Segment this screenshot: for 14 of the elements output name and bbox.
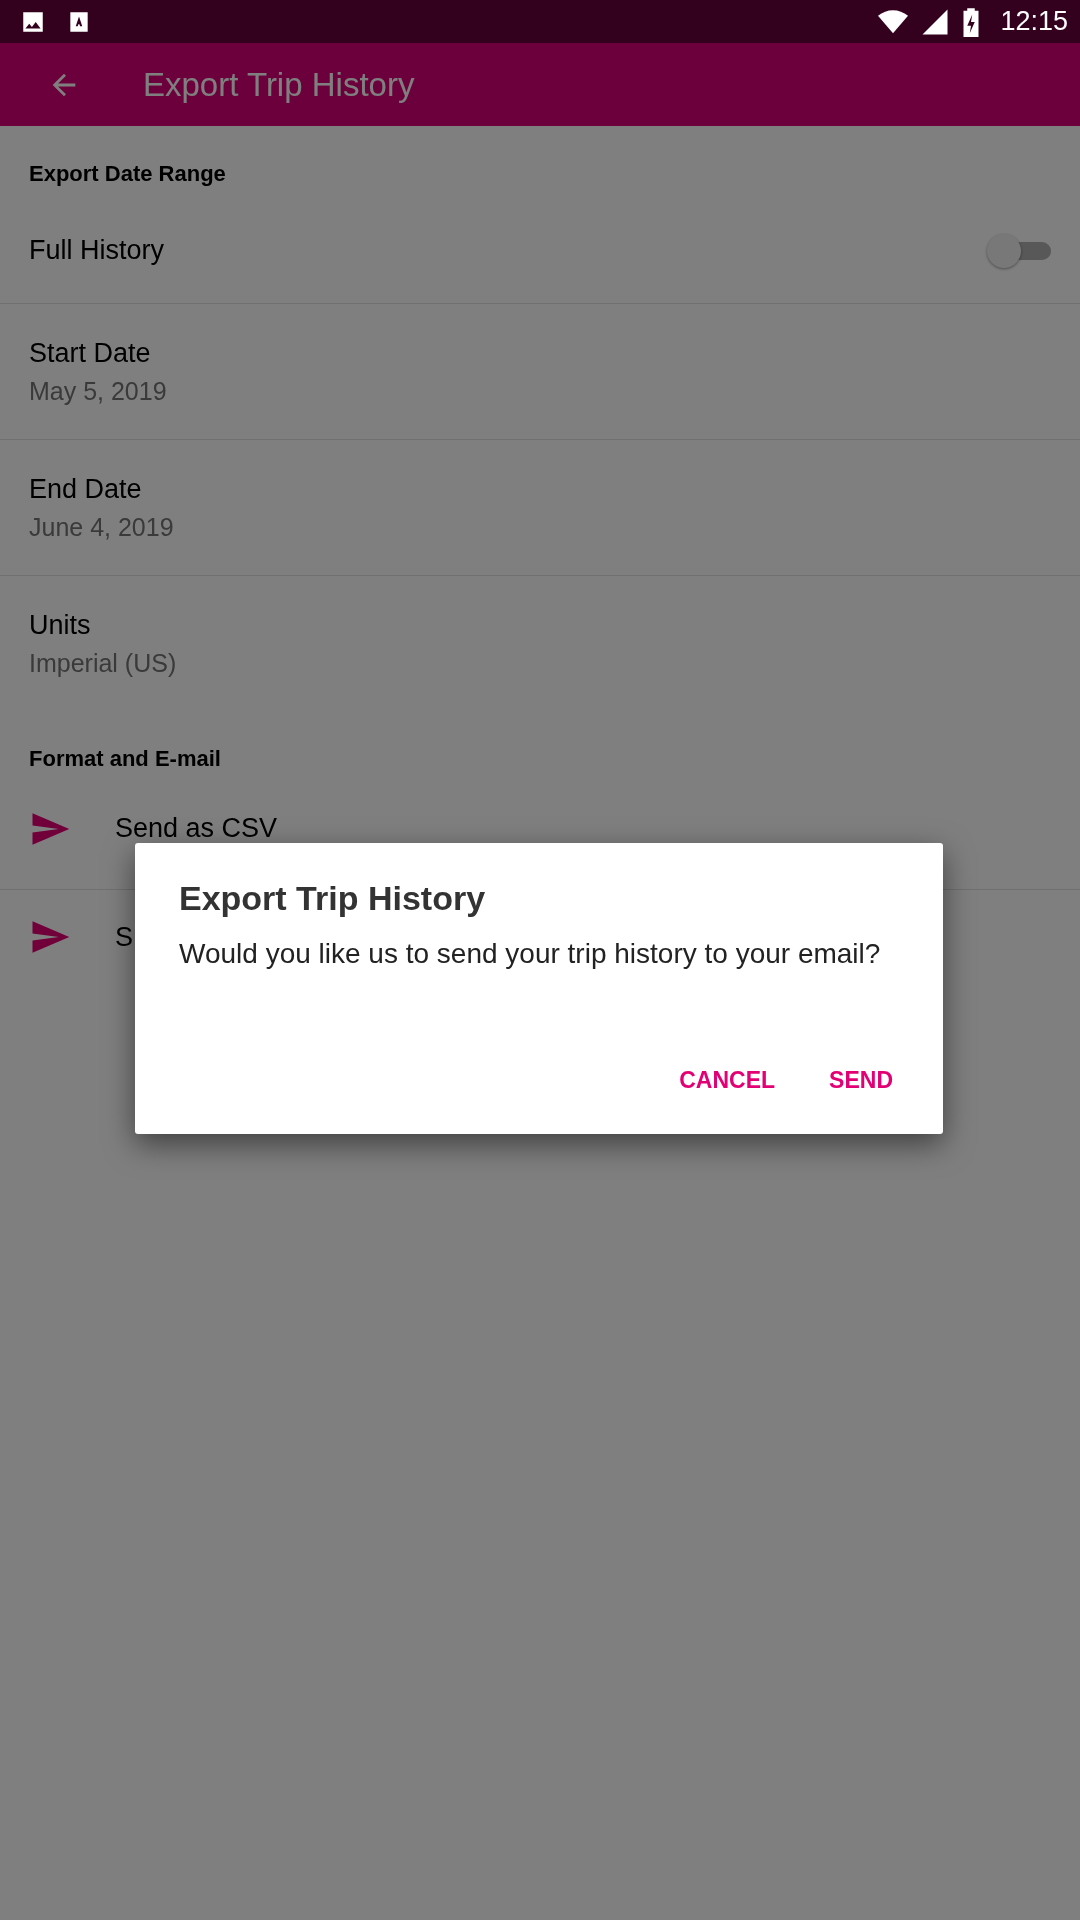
section-header: Format and E-mail [28, 745, 222, 773]
row-value: May 5, 2019 [29, 376, 168, 406]
row-label: Full History [29, 234, 164, 266]
row-label: End Date [29, 473, 143, 505]
row-label: Start Date [29, 337, 152, 369]
screen-title: Export Trip History [143, 65, 415, 104]
row-value: June 4, 2019 [29, 512, 175, 542]
row-label: Send as CSV [115, 813, 278, 844]
dialog-message: Would you like us to send your trip history to your email? [179, 938, 882, 970]
row-label: S [115, 921, 133, 953]
row-value: Imperial (US) [29, 648, 178, 678]
status-time: 12:15 [1000, 6, 1068, 37]
section-header: Export Date Range [28, 160, 227, 188]
row-label: Units [29, 609, 92, 641]
